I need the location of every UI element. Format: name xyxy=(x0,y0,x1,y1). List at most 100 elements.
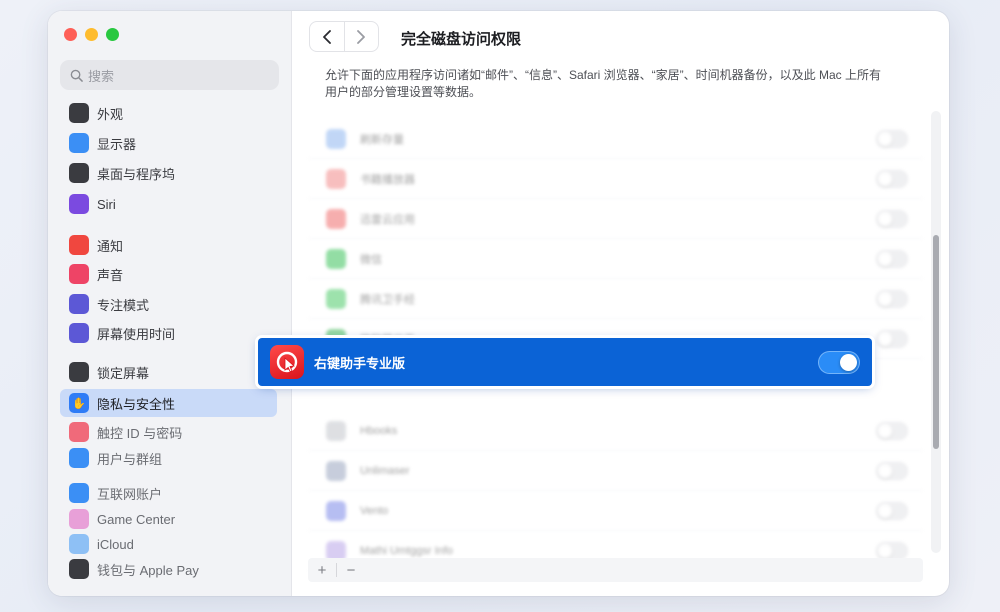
highlighted-app-toggle[interactable] xyxy=(818,351,860,374)
dock-icon xyxy=(69,163,89,183)
app-access-toggle[interactable] xyxy=(876,329,908,348)
app-name: 刷新存量 xyxy=(360,133,404,146)
sidebar-item-label: 外观 xyxy=(97,106,124,122)
sidebar-item[interactable]: 互联网账户 xyxy=(60,479,277,507)
app-name: 书籍播放器 xyxy=(360,173,415,186)
sidebar-item-label: iCloud xyxy=(97,536,134,552)
app-access-toggle[interactable] xyxy=(876,541,908,560)
search-input[interactable]: 搜索 xyxy=(60,60,279,90)
sidebar-item-label: Siri xyxy=(97,196,116,212)
app-row-highlighted[interactable]: 右键助手专业版 xyxy=(258,338,872,386)
page-title: 完全磁盘访问权限 xyxy=(401,31,522,48)
add-app-button[interactable]: + xyxy=(308,558,336,582)
sidebar-item-label: 触控 ID 与密码 xyxy=(97,425,183,441)
highlighted-app-name: 右键助手专业版 xyxy=(314,355,406,371)
sidebar-item[interactable]: 声音 xyxy=(60,260,277,288)
app-icon xyxy=(326,128,346,149)
back-button[interactable] xyxy=(310,22,345,51)
app-name: 微信 xyxy=(360,253,382,266)
app-row[interactable]: Unlimaser xyxy=(308,451,923,491)
minimize-window-button[interactable] xyxy=(85,28,98,41)
lock-icon xyxy=(69,362,89,382)
scrollbar-thumb[interactable] xyxy=(933,235,939,449)
search-placeholder: 搜索 xyxy=(88,68,115,84)
zoom-window-button[interactable] xyxy=(106,28,119,41)
users-icon xyxy=(69,448,89,468)
sidebar-item[interactable]: 显示器 xyxy=(60,129,277,157)
sidebar-item-label: 隐私与安全性 xyxy=(97,396,176,412)
sidebar: 搜索 外观显示器桌面与程序坞 Siri 通知声音专注模式屏幕使用时间 锁定屏幕 ✋ 隐私与… xyxy=(48,11,292,596)
notification-icon xyxy=(69,235,89,255)
focus-icon xyxy=(69,294,89,314)
app-row[interactable]: 迅雷云应用 xyxy=(308,199,923,239)
sidebar-item[interactable]: 桌面与程序坞 xyxy=(60,159,277,187)
app-icon xyxy=(326,500,346,521)
search-icon xyxy=(70,69,83,82)
sidebar-item[interactable]: Siri xyxy=(60,190,277,218)
app-name: 腾讯卫手经 xyxy=(360,293,415,306)
forward-button[interactable] xyxy=(345,22,379,51)
hand-icon: ✋ xyxy=(69,393,89,413)
app-row[interactable]: Hbooks xyxy=(308,411,923,451)
sidebar-item-label: 通知 xyxy=(97,238,124,254)
app-row[interactable]: 腾讯卫手经 xyxy=(308,279,923,319)
sidebar-item-label: 专注模式 xyxy=(97,297,150,313)
sidebar-item[interactable]: 锁定屏幕 xyxy=(60,358,277,386)
app-access-toggle[interactable] xyxy=(876,289,908,308)
sidebar-item[interactable]: iCloud xyxy=(60,530,277,558)
app-row[interactable]: 书籍播放器 xyxy=(308,159,923,199)
sidebar-item[interactable]: 专注模式 xyxy=(60,290,277,318)
sidebar-item[interactable]: 屏幕使用时间 xyxy=(60,319,277,347)
close-window-button[interactable] xyxy=(64,28,77,41)
app-icon xyxy=(326,208,346,229)
sidebar-item[interactable]: 触控 ID 与密码 xyxy=(60,418,277,446)
app-name: Hbooks xyxy=(360,424,398,437)
sidebar-item[interactable]: ✋ 隐私与安全性 xyxy=(60,389,277,417)
app-row[interactable]: 刷新存量 xyxy=(308,119,923,159)
app-row[interactable]: 微信 xyxy=(308,239,923,279)
sidebar-item-label: 用户与群组 xyxy=(97,451,163,467)
game-center-icon xyxy=(69,509,89,529)
fingerprint-icon xyxy=(69,422,89,442)
app-access-toggle[interactable] xyxy=(876,169,908,188)
wallet-icon xyxy=(69,559,89,579)
appearance-icon xyxy=(69,103,89,123)
app-icon xyxy=(326,420,346,441)
list-bottom-bar: + − xyxy=(308,558,923,582)
right-click-assistant-icon xyxy=(270,345,304,379)
app-access-toggle[interactable] xyxy=(876,129,908,148)
internet-accounts-icon xyxy=(69,483,89,503)
sidebar-item[interactable]: 钱包与 Apple Pay xyxy=(60,555,277,583)
sidebar-item[interactable]: 通知 xyxy=(60,231,277,259)
chevron-right-icon xyxy=(357,29,366,44)
app-access-toggle[interactable] xyxy=(876,501,908,520)
app-icon xyxy=(326,460,346,481)
app-access-toggle[interactable] xyxy=(876,209,908,228)
window-controls xyxy=(64,28,119,41)
sound-icon xyxy=(69,264,89,284)
app-row[interactable]: Vento xyxy=(308,491,923,531)
sidebar-item-label: 声音 xyxy=(97,267,124,283)
page-description: 允许下面的应用程序访问诸如“邮件”、“信息”、Safari 浏览器、“家居”、时… xyxy=(325,68,881,99)
screen-time-icon xyxy=(69,323,89,343)
sidebar-item-label: 互联网账户 xyxy=(97,486,163,502)
app-icon xyxy=(326,288,346,309)
app-access-toggle[interactable] xyxy=(876,249,908,268)
sidebar-item[interactable]: 用户与群组 xyxy=(60,444,277,472)
app-name: 迅雷云应用 xyxy=(360,213,415,226)
app-access-toggle[interactable] xyxy=(876,461,908,480)
app-access-toggle[interactable] xyxy=(876,421,908,440)
sidebar-item[interactable]: 外观 xyxy=(60,99,277,127)
display-icon xyxy=(69,133,89,153)
app-name: Vento xyxy=(360,504,389,517)
chevron-left-icon xyxy=(322,29,331,44)
siri-icon xyxy=(69,194,89,214)
sidebar-item[interactable]: Game Center xyxy=(60,505,277,533)
sidebar-item-label: 显示器 xyxy=(97,136,137,152)
app-icon xyxy=(326,248,346,269)
scrollbar[interactable] xyxy=(931,111,941,553)
sidebar-item-label: Game Center xyxy=(97,511,176,527)
main-panel: 完全磁盘访问权限 允许下面的应用程序访问诸如“邮件”、“信息”、Safari 浏… xyxy=(293,11,949,596)
settings-window: 搜索 外观显示器桌面与程序坞 Siri 通知声音专注模式屏幕使用时间 锁定屏幕 ✋ 隐私与… xyxy=(48,11,949,596)
remove-app-button[interactable]: − xyxy=(337,558,365,582)
